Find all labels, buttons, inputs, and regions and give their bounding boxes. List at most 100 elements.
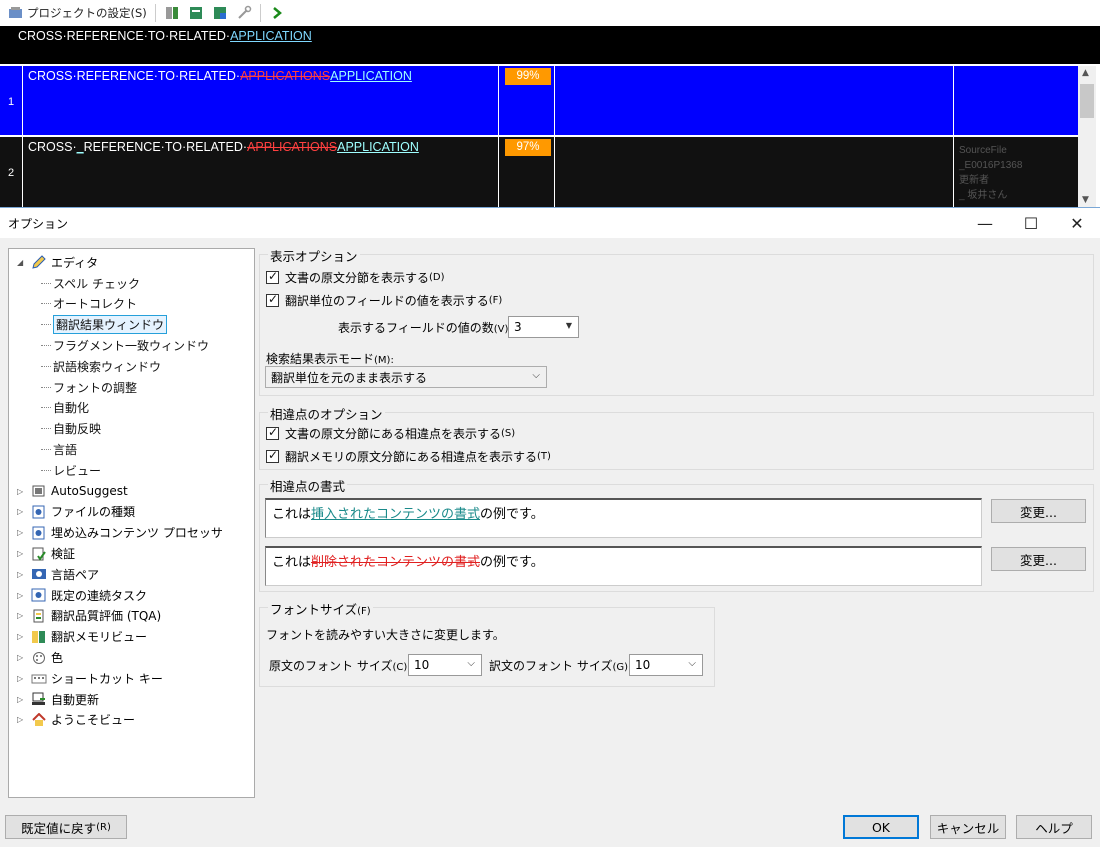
- tree-item-label: 訳語検索ウィンドウ: [53, 359, 162, 374]
- reset-defaults-button[interactable]: 既定値に戻す (R): [5, 815, 127, 839]
- tm-view-button-1[interactable]: [160, 3, 184, 23]
- expand-arrow-icon[interactable]: ▷: [17, 674, 27, 683]
- tm-match-row-2[interactable]: 2 CROSS·_REFERENCE·TO·RELATED·APPLICATIO…: [0, 137, 1078, 207]
- tree-item-embedded-content[interactable]: ▷ 埋め込みコンテンツ プロセッサ: [9, 522, 254, 543]
- checkbox-checked-icon[interactable]: [266, 269, 279, 284]
- expand-arrow-icon[interactable]: ▷: [17, 632, 27, 641]
- tree-item-colors[interactable]: ▷ 色: [9, 647, 254, 668]
- checkbox-shortcut: (S): [501, 428, 516, 439]
- tm-view-icon: [31, 630, 47, 644]
- chevron-down-icon[interactable]: ⌵: [532, 370, 540, 381]
- tree-item-editor[interactable]: ◢ エディタ: [9, 252, 254, 273]
- expand-arrow-icon[interactable]: ▷: [17, 611, 27, 620]
- home-icon: [31, 712, 47, 727]
- tree-item-default-task-sequence[interactable]: ▷ 既定の連続タスク: [9, 585, 254, 606]
- reset-defaults-shortcut: (R): [96, 821, 111, 833]
- tree-item-spellcheck[interactable]: スペル チェック: [9, 273, 254, 294]
- tree-item-welcome-view[interactable]: ▷ ようこそビュー: [9, 710, 254, 731]
- task-sequence-icon: [31, 588, 47, 602]
- search-mode-select[interactable]: 翻訳単位を元のまま表示する ⌵: [265, 366, 547, 388]
- ok-button[interactable]: OK: [843, 815, 919, 839]
- tqa-icon: [31, 609, 47, 623]
- change-inserted-format-button[interactable]: 変更...: [991, 499, 1086, 523]
- tree-item-tqa[interactable]: ▷ 翻訳品質評価 (TQA): [9, 606, 254, 627]
- tm-source-prefix: CROSS·REFERENCE·TO·RELATED·: [28, 69, 241, 83]
- pencil-icon: [31, 255, 47, 270]
- cancel-button[interactable]: キャンセル: [930, 815, 1006, 839]
- tm-settings-button[interactable]: [232, 3, 256, 23]
- scroll-down-icon[interactable]: ▼: [1082, 195, 1089, 205]
- next-button[interactable]: [265, 3, 289, 23]
- tree-item-font-adjust[interactable]: フォントの調整: [9, 377, 254, 398]
- help-button[interactable]: ヘルプ: [1016, 815, 1092, 839]
- show-field-values-checkbox[interactable]: 翻訳単位のフィールドの値を表示する(F): [266, 292, 502, 309]
- tree-item-autosuggest[interactable]: ▷ AutoSuggest: [9, 481, 254, 502]
- tree-item-language[interactable]: 言語: [9, 439, 254, 460]
- file-gear-icon: [31, 505, 47, 519]
- tree-item-translation-results-window[interactable]: 翻訳結果ウィンドウ: [9, 314, 254, 335]
- target-font-size-select[interactable]: 10 ⌵: [629, 654, 703, 676]
- tm-green-icon: [188, 5, 204, 21]
- expand-arrow-icon[interactable]: ▷: [17, 695, 27, 704]
- expand-arrow-icon[interactable]: ▷: [17, 507, 27, 516]
- source-segment-underlined: APPLICATION: [230, 29, 312, 43]
- show-source-segments-checkbox[interactable]: 文書の原文分節を表示する(D): [266, 269, 445, 286]
- maximize-button[interactable]: ☐: [1008, 208, 1054, 238]
- field-count-text: 表示するフィールドの値の数: [338, 321, 494, 335]
- expand-arrow-icon[interactable]: ▷: [17, 570, 27, 579]
- dialog-titlebar: オプション — ☐ ✕: [0, 208, 1100, 238]
- search-mode-shortcut: (M):: [374, 355, 394, 366]
- tree-connector: [41, 345, 51, 347]
- embedded-gear-icon: [31, 526, 47, 540]
- collapse-arrow-icon[interactable]: ◢: [17, 258, 27, 267]
- tm-row-number: 2: [7, 167, 15, 179]
- show-doc-diffs-checkbox[interactable]: 文書の原文分節にある相違点を表示する(S): [266, 425, 515, 442]
- tm-view-button-2[interactable]: [184, 3, 208, 23]
- checkbox-checked-icon[interactable]: [266, 448, 279, 463]
- expand-arrow-icon[interactable]: ▷: [17, 549, 27, 558]
- tm-view-button-3[interactable]: [208, 3, 232, 23]
- tree-item-auto-propagation[interactable]: 自動反映: [9, 418, 254, 439]
- chevron-down-icon[interactable]: ⌵: [688, 658, 696, 669]
- tree-item-automation[interactable]: 自動化: [9, 398, 254, 419]
- tree-item-autocorrect[interactable]: オートコレクト: [9, 294, 254, 315]
- show-tm-diffs-checkbox[interactable]: 翻訳メモリの原文分節にある相違点を表示する(T): [266, 448, 551, 465]
- expand-arrow-icon[interactable]: ▷: [17, 487, 27, 496]
- checkbox-label: 文書の原文分節を表示する: [285, 271, 430, 285]
- tree-item-term-search-window[interactable]: 訳語検索ウィンドウ: [9, 356, 254, 377]
- inserted-sample-text: 挿入されたコンテンツの書式: [311, 507, 481, 522]
- scroll-up-icon[interactable]: ▲: [1082, 68, 1089, 78]
- source-font-size-select[interactable]: 10 ⌵: [408, 654, 482, 676]
- change-deleted-format-button[interactable]: 変更...: [991, 547, 1086, 571]
- tree-connector: [41, 365, 51, 367]
- expand-arrow-icon[interactable]: ▷: [17, 715, 27, 724]
- tm-match-row-1[interactable]: 1 CROSS·REFERENCE·TO·RELATED·APPLICATION…: [0, 66, 1078, 135]
- dropdown-arrow-icon[interactable]: ▼: [566, 321, 572, 330]
- tree-item-verification[interactable]: ▷ 検証: [9, 543, 254, 564]
- tree-item-shortcut-keys[interactable]: ▷ ショートカット キー: [9, 668, 254, 689]
- tm-deleted-text: APPLICATIONS: [247, 140, 338, 154]
- tree-item-fragment-window[interactable]: フラグメント一致ウィンドウ: [9, 335, 254, 356]
- search-mode-value: 翻訳単位を元のまま表示する: [271, 370, 428, 385]
- chevron-down-icon[interactable]: ⌵: [467, 658, 475, 669]
- expand-arrow-icon[interactable]: ▷: [17, 591, 27, 600]
- results-scrollbar[interactable]: ▲ ▼: [1078, 66, 1096, 207]
- toolbar-separator: [154, 4, 156, 22]
- tree-item-tm-view[interactable]: ▷ 翻訳メモリビュー: [9, 626, 254, 647]
- source-segment-text: CROSS·REFERENCE·TO·RELATED·: [18, 29, 231, 43]
- checkbox-checked-icon[interactable]: [266, 425, 279, 440]
- close-button[interactable]: ✕: [1054, 208, 1100, 238]
- field-count-spinner[interactable]: 3 ▼: [508, 316, 579, 338]
- expand-arrow-icon[interactable]: ▷: [17, 653, 27, 662]
- tree-item-language-pairs[interactable]: ▷ 言語ペア: [9, 564, 254, 585]
- tree-item-review[interactable]: レビュー: [9, 460, 254, 481]
- tree-item-file-types[interactable]: ▷ ファイルの種類: [9, 502, 254, 523]
- tree-item-auto-update[interactable]: ▷ 自動更新: [9, 689, 254, 710]
- scrollbar-thumb[interactable]: [1080, 84, 1094, 118]
- toolbar-separator: [259, 4, 261, 22]
- checkbox-checked-icon[interactable]: [266, 292, 279, 307]
- expand-arrow-icon[interactable]: ▷: [17, 528, 27, 537]
- match-percentage-badge: 99%: [505, 68, 551, 85]
- project-settings-button[interactable]: プロジェクトの設定(S): [4, 3, 151, 23]
- minimize-button[interactable]: —: [962, 208, 1008, 238]
